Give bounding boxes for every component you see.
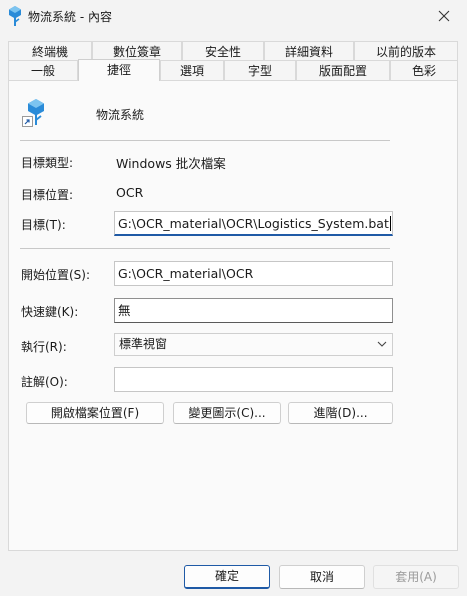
- start-in-label: 開始位置(S):: [21, 268, 91, 282]
- tab-terminal[interactable]: 終端機: [8, 41, 92, 61]
- run-select-value: 標準視窗: [119, 337, 168, 351]
- start-in-input[interactable]: G:\OCR_material\OCR: [114, 261, 393, 286]
- text-caret: [389, 216, 391, 231]
- target-type-label: 目標類型:: [21, 156, 74, 170]
- tab-options[interactable]: 選項: [160, 60, 224, 80]
- close-icon: [438, 10, 450, 22]
- divider: [20, 140, 390, 141]
- hotkey-label: 快速鍵(K):: [21, 305, 79, 319]
- target-input[interactable]: G:\OCR_material\OCR\Logistics_System.bat: [114, 211, 393, 236]
- tab-shortcut[interactable]: 捷徑: [78, 59, 160, 81]
- tab-layout[interactable]: 版面配置: [296, 60, 390, 80]
- window-title: 物流系統 - 內容: [28, 10, 112, 24]
- hotkey-input-text: 無: [118, 303, 131, 318]
- comment-input[interactable]: [114, 367, 393, 392]
- change-icon-button[interactable]: 變更圖示(C)...: [173, 402, 281, 424]
- ok-button[interactable]: 確定: [184, 565, 270, 589]
- run-select[interactable]: 標準視窗: [114, 333, 393, 356]
- shortcut-arrow-icon: [22, 116, 33, 127]
- tab-security[interactable]: 安全性: [182, 41, 264, 61]
- tab-previous-versions[interactable]: 以前的版本: [354, 41, 458, 61]
- target-type-value: Windows 批次檔案: [116, 156, 226, 171]
- title-bar: 物流系統 - 內容: [0, 0, 467, 32]
- tab-colors[interactable]: 色彩: [390, 60, 458, 80]
- hotkey-input[interactable]: 無: [114, 298, 393, 323]
- close-button[interactable]: [421, 0, 467, 32]
- target-input-text: G:\OCR_material\OCR\Logistics_System.bat: [118, 216, 389, 231]
- apply-button[interactable]: 套用(A): [373, 565, 459, 589]
- cancel-button[interactable]: 取消: [279, 565, 365, 589]
- advanced-button[interactable]: 進階(D)...: [288, 402, 393, 424]
- divider: [20, 248, 390, 249]
- open-file-location-button[interactable]: 開啟檔案位置(F): [26, 402, 164, 424]
- target-label: 目標(T):: [21, 218, 66, 232]
- shortcut-name: 物流系統: [96, 108, 145, 122]
- tab-details[interactable]: 詳細資料: [264, 41, 354, 61]
- comment-label: 註解(O):: [21, 375, 68, 389]
- chevron-down-icon: [377, 341, 387, 347]
- tab-digital-signature[interactable]: 數位簽章: [92, 41, 182, 61]
- start-in-input-text: G:\OCR_material\OCR: [118, 266, 254, 281]
- target-location-value: OCR: [116, 185, 144, 200]
- app-icon: [9, 6, 21, 26]
- tab-font[interactable]: 字型: [224, 60, 296, 80]
- target-location-label: 目標位置:: [21, 188, 74, 202]
- tab-general[interactable]: 一般: [8, 60, 78, 80]
- run-label: 執行(R):: [21, 340, 67, 354]
